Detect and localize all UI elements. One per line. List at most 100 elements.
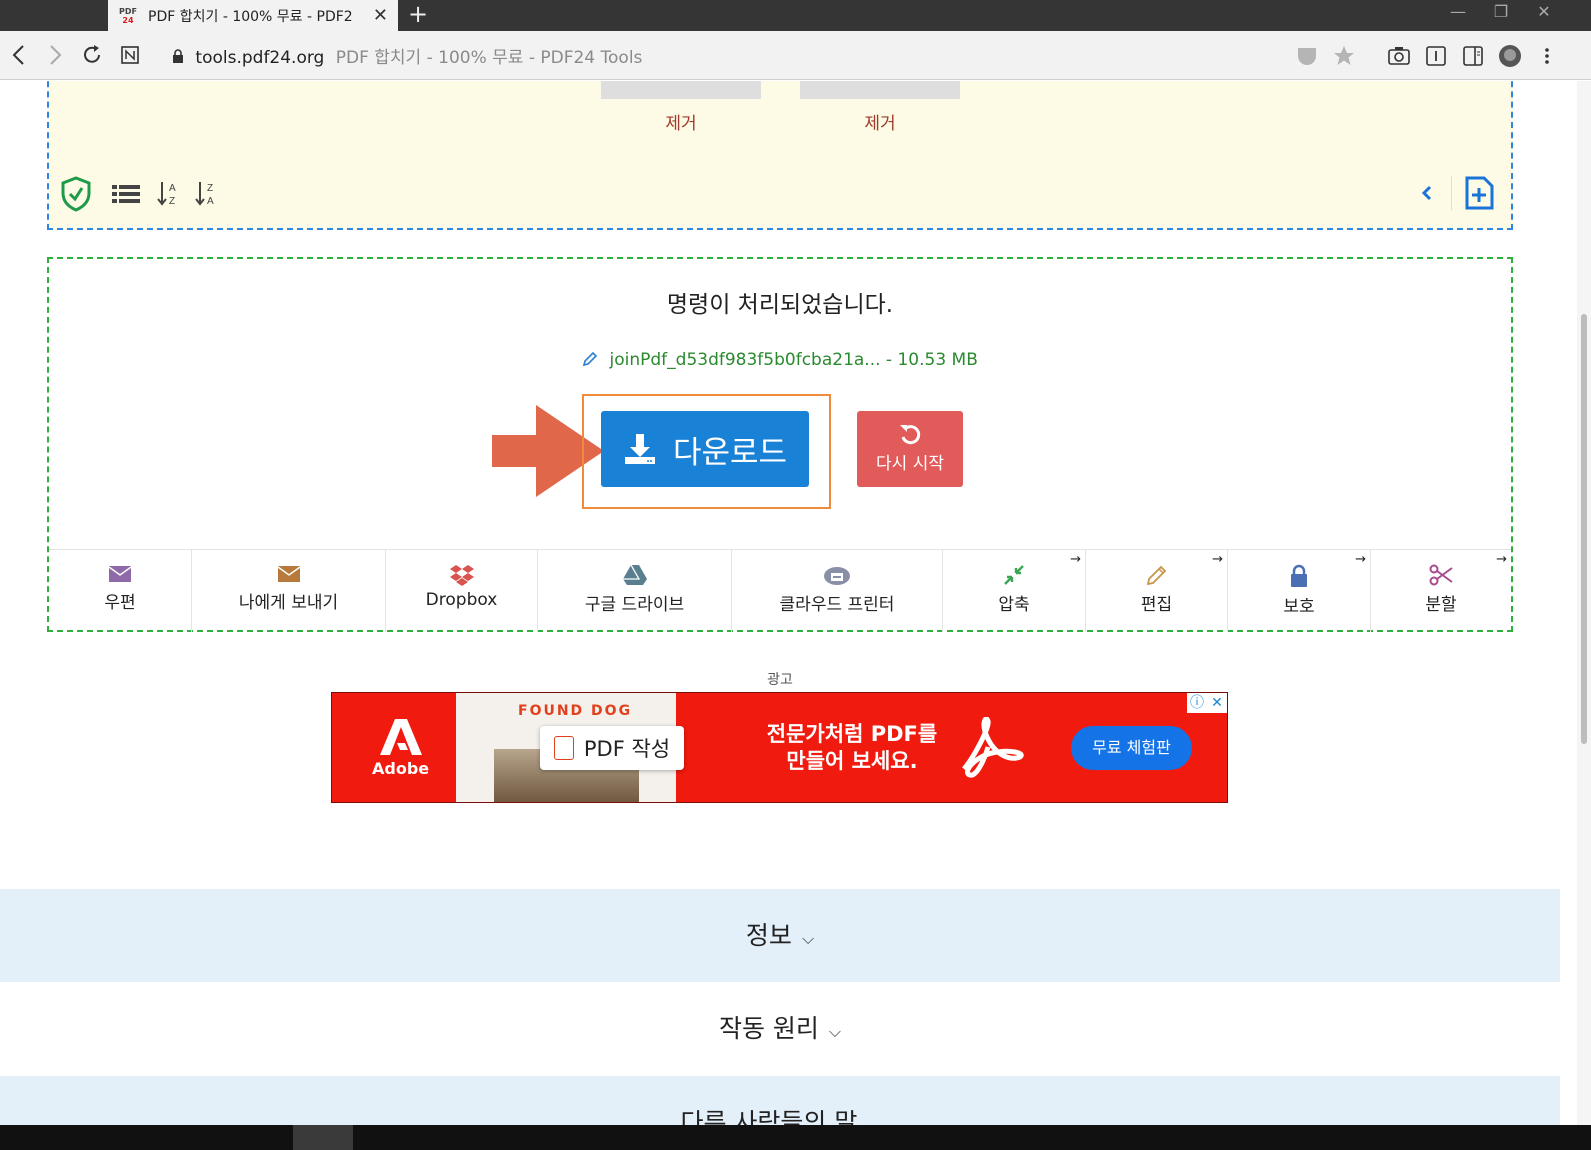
sort-asc-button[interactable]: AZ — [157, 176, 181, 210]
file-thumbnail[interactable] — [601, 81, 761, 99]
cloud-printer-icon — [824, 567, 850, 585]
free-trial-button[interactable]: 무료 체험판 — [1071, 726, 1192, 770]
add-file-button[interactable] — [1451, 176, 1494, 210]
shield-button[interactable] — [1294, 43, 1320, 69]
faq-section-info[interactable]: 정보 ⌵ — [0, 889, 1560, 982]
page-scrollbar[interactable] — [1577, 81, 1591, 1131]
ad-label: 광고 — [767, 672, 793, 688]
list-view-button[interactable] — [111, 176, 141, 210]
action-toolbar: 우편 나에게 보내기 Dropbox 구글 드라이브 클라우드 프린터 → 압축… — [49, 549, 1511, 632]
pencil-icon — [583, 351, 598, 367]
scissors-icon — [1429, 564, 1453, 586]
shield-check-icon — [61, 176, 91, 212]
favicon-text-top: PDF — [119, 6, 137, 16]
sort-desc-button[interactable]: ZA — [195, 176, 219, 210]
add-file-icon — [1465, 176, 1494, 210]
action-label: Dropbox — [425, 590, 498, 610]
action-label: 분할 — [1425, 595, 1457, 615]
pencil-icon — [1146, 565, 1166, 586]
ad-headline-line: 전문가처럼 PDF를 — [766, 722, 938, 746]
remove-file-link[interactable]: 제거 — [601, 109, 761, 134]
scrollbar-thumb[interactable] — [1581, 314, 1587, 744]
new-tab-button[interactable]: + — [408, 0, 428, 31]
action-mail[interactable]: 우편 — [49, 550, 192, 632]
list-icon — [112, 185, 140, 203]
sort-az-icon: AZ — [157, 182, 176, 207]
file-thumbnail[interactable] — [800, 81, 960, 99]
chevron-down-icon: ⌵ — [828, 1022, 842, 1041]
action-dropbox[interactable]: Dropbox — [386, 550, 538, 632]
security-badge[interactable] — [61, 176, 91, 212]
os-taskbar — [0, 1125, 1591, 1150]
notes-button[interactable] — [115, 40, 145, 70]
favicon-text-bottom: 24 — [122, 15, 134, 25]
forward-button[interactable] — [40, 40, 70, 70]
reload-icon — [84, 45, 100, 63]
n-box-icon — [121, 46, 139, 64]
chevron-down-icon: ⌵ — [801, 929, 815, 948]
sort-za-icon: ZA — [195, 182, 214, 207]
minimize-button[interactable]: — — [1438, 0, 1478, 31]
ad-info-icon[interactable]: ⓘ — [1187, 693, 1207, 713]
ad-choices[interactable]: ⓘ ✕ — [1187, 693, 1227, 713]
action-label: 우편 — [104, 593, 136, 613]
result-file[interactable]: joinPdf_d53df983f5b0fcba21a... - 10.53 M… — [49, 350, 1511, 370]
url-field[interactable]: tools.pdf24.org PDF 합치기 - 100% 무료 - PDF2… — [172, 43, 642, 68]
action-compress[interactable]: → 압축 — [943, 550, 1086, 632]
ad-banner[interactable]: Adobe FOUND DOG PDF 작성 전문가처럼 PDF를 만들어 보세… — [331, 692, 1228, 803]
action-google-drive[interactable]: 구글 드라이브 — [538, 550, 732, 632]
acrobat-icon — [962, 717, 1024, 778]
forward-arrow-icon — [50, 45, 62, 65]
tab-close-icon[interactable]: ✕ — [373, 5, 388, 26]
action-split[interactable]: → 분할 — [1371, 550, 1511, 632]
avatar-icon — [1499, 45, 1521, 67]
download-button[interactable]: 다운로드 — [601, 411, 809, 487]
action-cloud-printer[interactable]: 클라우드 프린터 — [732, 550, 943, 632]
lock-icon — [173, 49, 183, 63]
action-send-to-me[interactable]: 나에게 보내기 — [192, 550, 386, 632]
svg-text:A: A — [169, 183, 176, 194]
faq-title: 정보 — [745, 921, 792, 950]
restore-button[interactable]: ❐ — [1481, 0, 1521, 31]
ad-close-icon[interactable]: ✕ — [1207, 693, 1227, 713]
result-message: 명령이 처리되었습니다. — [666, 292, 894, 318]
svg-text:Z: Z — [207, 183, 213, 194]
download-icon — [624, 434, 655, 464]
faq-section-how-it-works[interactable]: 작동 원리 ⌵ — [0, 982, 1560, 1075]
bookmark-button[interactable] — [1331, 43, 1357, 69]
action-label: 압축 — [998, 595, 1030, 615]
action-label: 클라우드 프린터 — [779, 595, 895, 615]
screenshot-button[interactable] — [1386, 43, 1412, 69]
tab-title: PDF 합치기 - 100% 무료 - PDF2 — [148, 8, 353, 25]
reader-button[interactable] — [1423, 43, 1449, 69]
collapse-button[interactable] — [1417, 176, 1437, 210]
result-panel: 명령이 처리되었습니다. joinPdf_d53df983f5b0fcba21a… — [47, 257, 1513, 632]
menu-button[interactable] — [1534, 43, 1560, 69]
action-protect[interactable]: → 보호 — [1228, 550, 1371, 632]
window-close-button[interactable]: ✕ — [1524, 0, 1564, 31]
remove-file-link[interactable]: 제거 — [800, 109, 960, 134]
download-label: 다운로드 — [672, 434, 788, 471]
compress-icon — [1004, 565, 1024, 585]
star-icon — [1334, 46, 1354, 65]
restart-button[interactable]: 다시 시작 — [857, 411, 963, 487]
next-arrow-icon: → — [1496, 552, 1507, 567]
back-button[interactable] — [4, 40, 34, 70]
reload-button[interactable] — [77, 40, 107, 70]
profile-button[interactable] — [1497, 43, 1523, 69]
taskbar-item[interactable] — [293, 1125, 353, 1150]
sidebar-button[interactable] — [1460, 43, 1486, 69]
dropbox-icon — [449, 565, 474, 586]
adobe-logo: Adobe — [372, 719, 429, 778]
address-bar: tools.pdf24.org PDF 합치기 - 100% 무료 - PDF2… — [0, 31, 1591, 80]
kebab-menu-icon — [1545, 48, 1549, 64]
lock-icon — [1291, 564, 1307, 587]
action-edit[interactable]: → 편집 — [1086, 550, 1228, 632]
action-label: 보호 — [1283, 597, 1315, 617]
result-file-name[interactable]: joinPdf_d53df983f5b0fcba21a... - 10.53 M… — [610, 350, 978, 370]
next-arrow-icon: → — [1355, 552, 1366, 567]
browser-tab[interactable]: PDF 24 PDF 합치기 - 100% 무료 - PDF2 ✕ — [108, 0, 398, 31]
drive-icon — [622, 564, 647, 585]
action-label: 나에게 보내기 — [238, 593, 339, 613]
reader-icon — [1426, 46, 1446, 66]
